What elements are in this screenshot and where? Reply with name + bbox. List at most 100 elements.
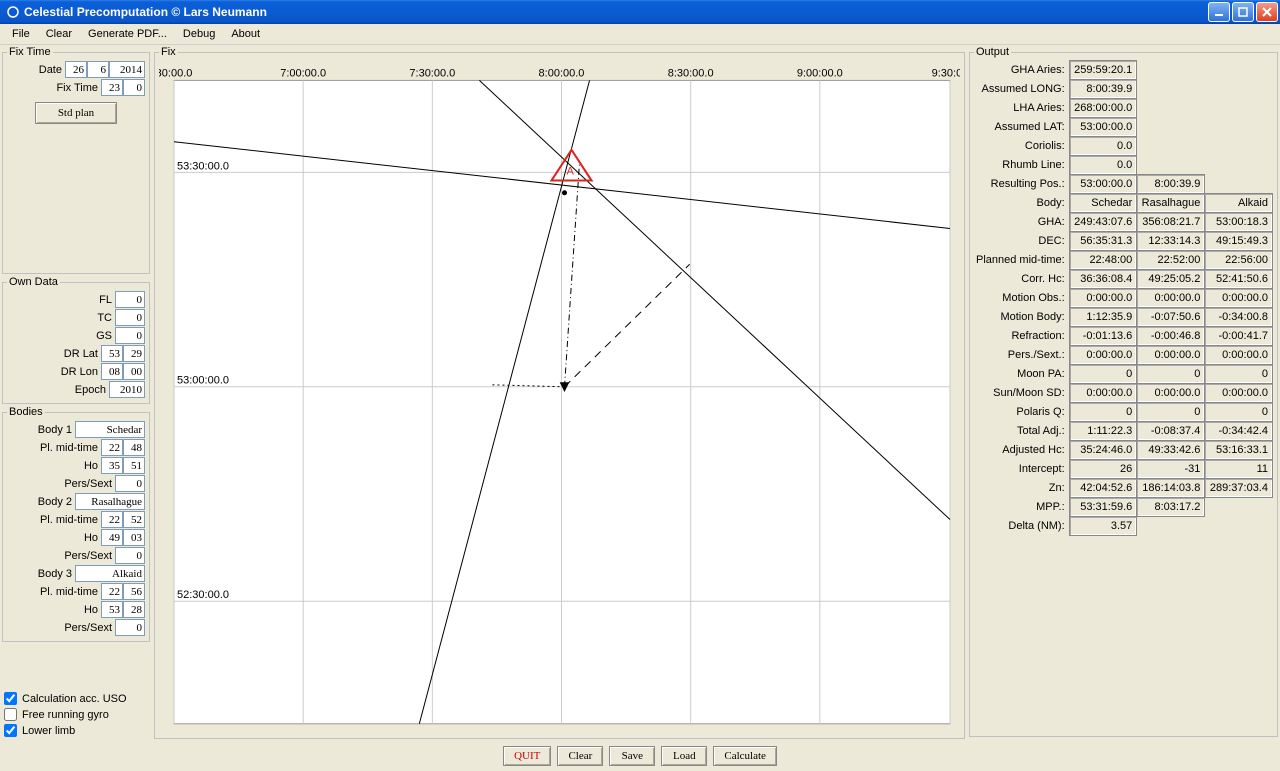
output-label: Resulting Pos.: [974,175,1069,194]
fix-time-legend: Fix Time [7,46,53,58]
menu-generate-pdf[interactable]: Generate PDF... [80,26,175,42]
body-3-ps-input[interactable] [115,619,145,636]
fix-chart[interactable]: 30:00.07:00:00.07:30:00.08:00:00.08:30:0… [159,60,960,734]
output-value: 49:33:42.6 [1137,441,1205,460]
svg-text:A: A [567,165,575,177]
output-label: Planned mid-time: [974,251,1069,270]
body-1-pl-b-input[interactable] [123,439,145,456]
body-3-name-input[interactable] [75,565,145,582]
output-value: 22:56:00 [1205,251,1273,270]
quit-button[interactable]: QUIT [503,746,551,766]
lower-limb-checkbox[interactable] [4,724,17,737]
svg-text:53:00:00.0: 53:00:00.0 [177,375,229,387]
output-label: Motion Body: [974,308,1069,327]
minimize-button[interactable] [1208,2,1230,22]
output-label: LHA Aries: [974,99,1069,118]
output-value: 12:33:14.3 [1137,232,1205,251]
output-value: 53:00:00.0 [1069,175,1137,194]
output-label: Sun/Moon SD: [974,384,1069,403]
date-day-input[interactable] [65,61,87,78]
own-data-legend: Own Data [7,276,60,288]
fix-legend: Fix [159,46,178,58]
menu-about[interactable]: About [223,26,268,42]
output-value: 0:00:00.0 [1069,384,1137,403]
dr-lon-b-input[interactable] [123,363,145,380]
output-value: 268:00:00.0 [1069,99,1137,118]
fl-input[interactable] [115,291,145,308]
svg-text:9:30:00: 9:30:00 [932,67,960,79]
close-button[interactable] [1256,2,1278,22]
body-3-ho-a-input[interactable] [101,601,123,618]
output-value: 11 [1205,460,1273,479]
lower-limb-label: Lower limb [22,725,75,737]
fix-hour-input[interactable] [101,79,123,96]
output-value: -0:08:37.4 [1137,422,1205,441]
dr-lat-a-input[interactable] [101,345,123,362]
body-2-pl-a-input[interactable] [101,511,123,528]
body-1-name-input[interactable] [75,421,145,438]
tc-input[interactable] [115,309,145,326]
clear-button[interactable]: Clear [557,746,603,766]
menu-debug[interactable]: Debug [175,26,223,42]
body-3-ho-b-input[interactable] [123,601,145,618]
output-value: 35:24:46.0 [1069,441,1137,460]
dr-lon-a-input[interactable] [101,363,123,380]
body-2-name-input[interactable] [75,493,145,510]
body-1-ho-b-input[interactable] [123,457,145,474]
output-label: Corr. Hc: [974,270,1069,289]
output-value: 42:04:52.6 [1069,479,1137,498]
body-3-pl-a-input[interactable] [101,583,123,600]
body-3-pl-b-input[interactable] [123,583,145,600]
free-gyro-checkbox[interactable] [4,708,17,721]
output-value: 259:59:20.1 [1069,61,1137,80]
tc-label: TC [97,312,112,324]
calculate-button[interactable]: Calculate [713,746,777,766]
date-year-input[interactable] [109,61,145,78]
output-legend: Output [974,46,1011,58]
maximize-button[interactable] [1232,2,1254,22]
save-button[interactable]: Save [609,746,655,766]
epoch-label: Epoch [75,384,106,396]
body-2-ps-input[interactable] [115,547,145,564]
output-value: 49:25:05.2 [1137,270,1205,289]
body-3-label: Body 3 [38,568,72,580]
menu-file[interactable]: File [4,26,38,42]
std-plan-button[interactable]: Std plan [35,102,117,124]
output-value: 0 [1069,403,1137,422]
output-label: MPP.: [974,498,1069,517]
output-value: 289:37:03.4 [1205,479,1273,498]
body-2-ho-a-input[interactable] [101,529,123,546]
output-value: 0.0 [1069,156,1137,175]
fix-min-input[interactable] [123,79,145,96]
output-value: 1:11:22.3 [1069,422,1137,441]
output-value: 0:00:00.0 [1205,346,1273,365]
date-month-input[interactable] [87,61,109,78]
body-1-ho-a-input[interactable] [101,457,123,474]
calc-uso-checkbox[interactable] [4,692,17,705]
output-value: 0:00:00.0 [1205,289,1273,308]
output-label: Assumed LAT: [974,118,1069,137]
body-1-pl-a-input[interactable] [101,439,123,456]
output-value: Schedar [1069,194,1137,213]
gs-input[interactable] [115,327,145,344]
load-button[interactable]: Load [661,746,707,766]
body-2-pl-b-input[interactable] [123,511,145,528]
dr-lon-label: DR Lon [61,366,98,378]
free-gyro-label: Free running gyro [22,709,109,721]
body-2-ho-b-input[interactable] [123,529,145,546]
body-1-label: Body 1 [38,424,72,436]
output-table: GHA Aries:259:59:20.1Assumed LONG:8:00:3… [974,60,1273,536]
menu-clear[interactable]: Clear [38,26,80,42]
output-value: 53:16:33.1 [1205,441,1273,460]
epoch-input[interactable] [109,381,145,398]
body-1-ps-input[interactable] [115,475,145,492]
output-value: -0:01:13.6 [1069,327,1137,346]
dr-lat-b-input[interactable] [123,345,145,362]
output-label: Motion Obs.: [974,289,1069,308]
output-value: -0:07:50.6 [1137,308,1205,327]
output-label: GHA Aries: [974,61,1069,80]
output-label: Rhumb Line: [974,156,1069,175]
svg-text:30:00.0: 30:00.0 [159,67,192,79]
svg-text:52:30:00.0: 52:30:00.0 [177,589,229,601]
output-value: 36:36:08.4 [1069,270,1137,289]
